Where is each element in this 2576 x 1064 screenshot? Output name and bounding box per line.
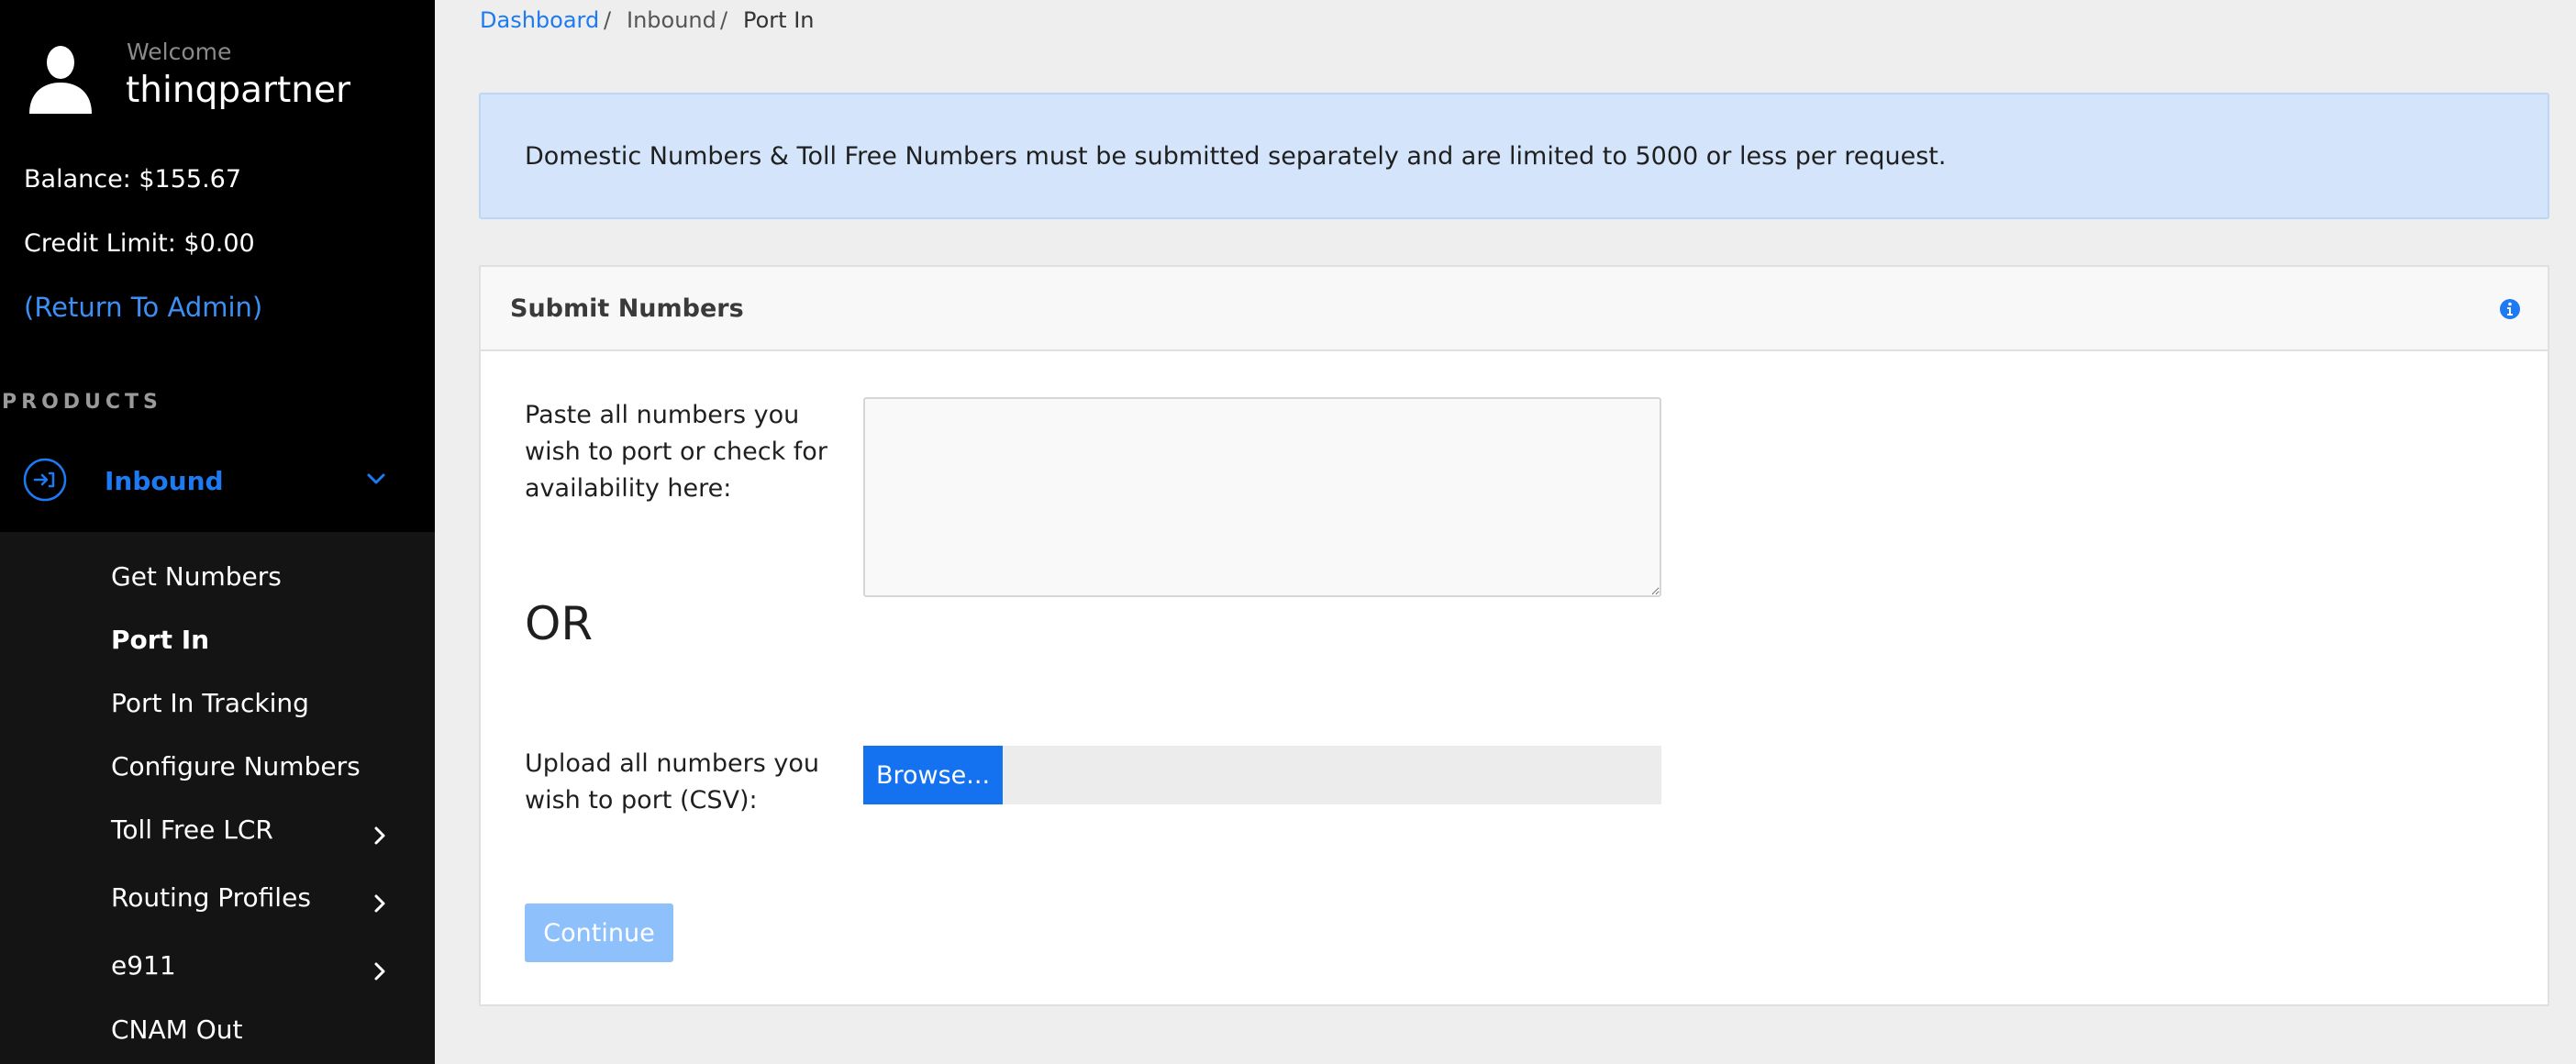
welcome-text: Welcome <box>127 39 232 65</box>
card-title: Submit Numbers <box>510 294 744 323</box>
paste-numbers-label: Paste all numbers you wish to port or ch… <box>525 401 827 503</box>
card-header: Submit Numbers <box>481 267 2548 351</box>
sidebar-item-toll-free-lcr[interactable]: Toll Free LCR <box>111 815 405 855</box>
sidebar-item-port-in[interactable]: Port In <box>111 625 405 665</box>
sidebar: Welcome thinqpartner Balance: $155.67 Cr… <box>0 0 435 1064</box>
sidebar-item-get-numbers[interactable]: Get Numbers <box>111 561 405 602</box>
sidebar-item-label: Port In <box>111 625 210 655</box>
info-circle-icon[interactable] <box>2499 298 2521 320</box>
sidebar-item-inbound[interactable]: Inbound <box>0 448 435 514</box>
upload-csv-label: Upload all numbers you wish to port (CSV… <box>525 749 819 815</box>
sidebar-item-label: e911 <box>111 950 176 981</box>
products-heading: PRODUCTS <box>2 391 162 414</box>
sidebar-item-label: Toll Free LCR <box>111 815 273 845</box>
paste-numbers-textarea[interactable] <box>863 397 1661 597</box>
balance-text: Balance: $155.67 <box>24 165 242 194</box>
chevron-right-icon <box>374 894 385 913</box>
submit-numbers-card: Submit Numbers Paste all numbers you wis… <box>479 265 2549 1006</box>
arrow-in-circle-icon <box>23 458 67 502</box>
sidebar-item-port-in-tracking[interactable]: Port In Tracking <box>111 688 405 728</box>
breadcrumb-separator: / <box>720 7 728 33</box>
sidebar-item-label: Routing Profiles <box>111 882 311 913</box>
sidebar-item-routing-profiles[interactable]: Routing Profiles <box>111 882 405 923</box>
credit-limit-text: Credit Limit: $0.00 <box>24 229 255 258</box>
user-block: Welcome thinqpartner <box>0 0 435 138</box>
sidebar-item-e911[interactable]: e911 <box>111 950 405 991</box>
or-divider-text: OR <box>525 597 594 650</box>
sidebar-item-label: Port In Tracking <box>111 688 309 718</box>
inbound-submenu: Get Numbers Port In Port In Tracking Con… <box>0 532 435 1064</box>
sidebar-item-label: CNAM Out <box>111 1014 243 1045</box>
sidebar-item-label: Configure Numbers <box>111 751 361 781</box>
browse-button[interactable]: Browse... <box>863 746 1003 804</box>
sidebar-item-label: Inbound <box>105 466 224 496</box>
sidebar-item-cnam-out[interactable]: CNAM Out <box>111 1014 405 1055</box>
breadcrumb-separator: / <box>604 7 612 33</box>
breadcrumb-dashboard-link[interactable]: Dashboard <box>480 7 599 33</box>
breadcrumb-current-page: Port In <box>743 7 815 33</box>
sidebar-item-label: Get Numbers <box>111 561 282 592</box>
chevron-right-icon <box>374 962 385 981</box>
info-alert: Domestic Numbers & Toll Free Numbers mus… <box>479 93 2549 219</box>
chevron-down-icon <box>367 473 385 484</box>
chevron-right-icon <box>374 826 385 845</box>
continue-button[interactable]: Continue <box>525 903 673 962</box>
alert-text: Domestic Numbers & Toll Free Numbers mus… <box>525 142 1947 171</box>
csv-file-input[interactable]: Browse... <box>863 746 1661 804</box>
sidebar-item-configure-numbers[interactable]: Configure Numbers <box>111 751 405 792</box>
username: thinqpartner <box>126 70 351 111</box>
breadcrumb-inbound-link[interactable]: Inbound <box>627 7 716 33</box>
avatar-icon <box>29 46 92 114</box>
return-to-admin-link[interactable]: (Return To Admin) <box>24 292 262 323</box>
